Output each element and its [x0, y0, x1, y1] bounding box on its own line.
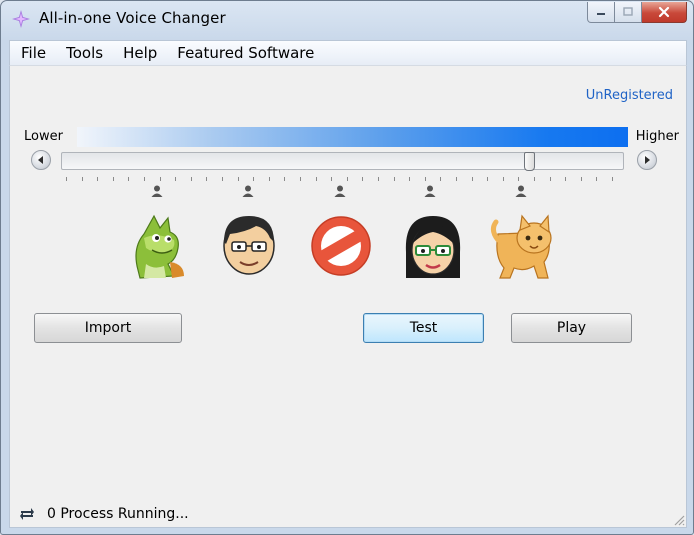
slider-tick	[159, 177, 161, 181]
slider-tick	[66, 177, 67, 181]
pitch-increase-button[interactable]	[637, 150, 657, 170]
sparkle-app-icon	[12, 10, 30, 28]
menu-tools[interactable]: Tools	[56, 44, 113, 62]
pitch-decrease-button[interactable]	[31, 150, 51, 170]
pitch-higher-label: Higher	[635, 129, 679, 144]
window-title: All-in-one Voice Changer	[39, 9, 226, 27]
slider-tick	[362, 177, 364, 181]
cat-voice-avatar[interactable]	[490, 208, 556, 280]
minimize-button[interactable]	[587, 2, 615, 23]
no-voice-avatar[interactable]	[308, 208, 374, 280]
woman-voice-avatar[interactable]	[400, 208, 466, 280]
close-button[interactable]	[642, 2, 687, 23]
unregistered-link[interactable]: UnRegistered	[586, 88, 673, 103]
slider-tick	[97, 177, 99, 181]
slider-tick	[534, 177, 535, 181]
title-bar[interactable]: All-in-one Voice Changer	[1, 1, 693, 37]
slider-tick	[612, 177, 613, 181]
slider-tick	[409, 177, 411, 181]
minimize-icon	[597, 13, 605, 15]
play-button[interactable]: Play	[511, 313, 632, 343]
slider-tick	[378, 177, 379, 181]
main-panel: UnRegistered Lower Higher Import Test Pl…	[9, 65, 687, 528]
pitch-slider-thumb[interactable]	[523, 152, 535, 171]
arrow-left-icon	[38, 156, 43, 164]
slider-tick	[284, 177, 286, 181]
slider-ticks	[66, 177, 621, 183]
import-button[interactable]: Import	[34, 313, 182, 343]
status-bar: 0 Process Running...	[19, 501, 679, 527]
slider-tick	[128, 177, 130, 181]
slider-tick	[518, 177, 520, 181]
menu-featured-software[interactable]: Featured Software	[167, 44, 324, 62]
slider-tick	[300, 177, 301, 181]
close-icon	[658, 6, 670, 18]
slider-tick	[424, 177, 426, 181]
slider-tick	[346, 177, 348, 181]
pitch-lower-label: Lower	[24, 129, 63, 144]
pitch-gradient-bar	[77, 127, 628, 147]
slider-tick	[222, 177, 223, 181]
slider-tick	[253, 177, 255, 181]
slider-tick	[81, 177, 83, 181]
slider-tick	[315, 177, 317, 181]
window-controls	[587, 2, 687, 24]
slider-tick	[206, 177, 208, 181]
slider-tick	[580, 177, 582, 181]
slider-tick	[268, 177, 270, 181]
slider-tick	[596, 177, 598, 181]
voice-marker-icon	[151, 185, 163, 197]
app-window: All-in-one Voice Changer File Tools Help	[0, 0, 694, 535]
arrow-right-icon	[645, 156, 650, 164]
slider-tick	[440, 177, 442, 181]
slider-tick	[502, 177, 504, 181]
pitch-slider-track[interactable]	[61, 152, 624, 170]
voice-marker-icon	[242, 185, 254, 197]
slider-tick	[144, 177, 145, 181]
test-button[interactable]: Test	[363, 313, 484, 343]
menu-help[interactable]: Help	[113, 44, 167, 62]
slider-tick	[237, 177, 239, 181]
resize-grip-icon[interactable]	[672, 513, 685, 526]
man-voice-avatar[interactable]	[216, 208, 282, 280]
slider-tick	[565, 177, 567, 181]
slider-tick	[190, 177, 192, 181]
slider-tick	[487, 177, 489, 181]
slider-tick	[112, 177, 114, 181]
menu-bar: File Tools Help Featured Software	[9, 40, 687, 65]
slider-tick	[393, 177, 395, 181]
voice-marker-icon	[515, 185, 527, 197]
dragon-voice-avatar[interactable]	[124, 208, 190, 280]
voice-marker-icon	[424, 185, 436, 197]
slider-tick	[175, 177, 177, 181]
slider-tick	[331, 177, 333, 181]
sync-arrows-icon	[20, 508, 34, 520]
slider-tick	[549, 177, 551, 181]
slider-tick	[456, 177, 457, 181]
maximize-button[interactable]	[615, 2, 642, 23]
status-text: 0 Process Running...	[47, 506, 189, 522]
voice-marker-icon	[334, 185, 346, 197]
maximize-icon	[623, 7, 633, 16]
menu-file[interactable]: File	[10, 44, 56, 62]
slider-tick	[471, 177, 473, 181]
